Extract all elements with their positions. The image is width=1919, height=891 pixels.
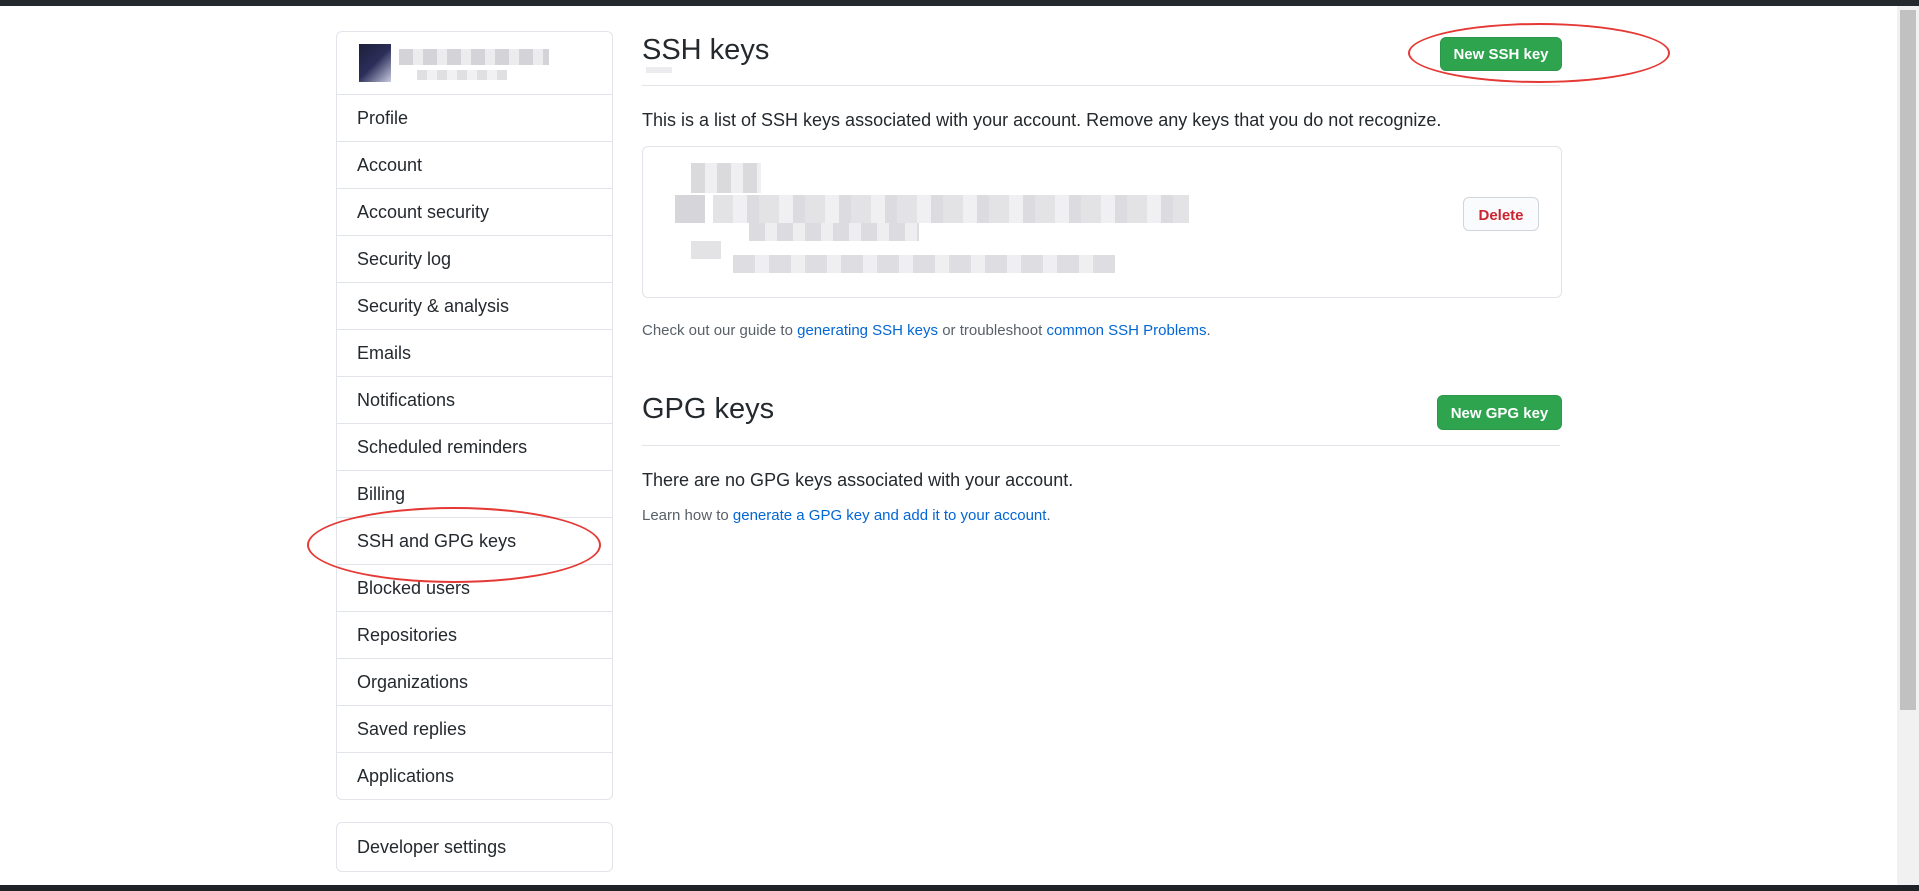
sidebar-item-profile[interactable]: Profile <box>337 95 612 142</box>
sidebar-item-saved-replies[interactable]: Saved replies <box>337 706 612 753</box>
sidebar-item-account[interactable]: Account <box>337 142 612 189</box>
sidebar-item-developer-settings[interactable]: Developer settings <box>337 823 612 871</box>
ssh-guide-middle: or troubleshoot <box>938 322 1047 339</box>
gpg-keys-title: GPG keys <box>642 393 775 425</box>
top-header-bar <box>0 0 1919 6</box>
settings-sidebar: Profile Account Account security Securit… <box>336 31 613 800</box>
sidebar-item-account-security[interactable]: Account security <box>337 189 612 236</box>
taskbar-strip <box>0 885 1919 891</box>
generate-gpg-key-link[interactable]: generate a GPG key and add it to your ac… <box>733 507 1047 524</box>
sidebar-item-scheduled-reminders[interactable]: Scheduled reminders <box>337 424 612 471</box>
developer-settings-menu: Developer settings <box>336 822 613 872</box>
ssh-guide-suffix: . <box>1206 322 1211 339</box>
redacted-key-fingerprint <box>749 223 919 241</box>
common-ssh-problems-link[interactable]: common SSH Problems <box>1046 322 1206 339</box>
redacted-key-icon <box>691 163 761 193</box>
gpg-learn-note: Learn how to generate a GPG key and add … <box>642 507 1051 524</box>
redacted-key-title <box>713 195 1189 223</box>
redacted-mark <box>646 67 672 73</box>
sidebar-item-repositories[interactable]: Repositories <box>337 612 612 659</box>
sidebar-item-billing[interactable]: Billing <box>337 471 612 518</box>
sidebar-item-emails[interactable]: Emails <box>337 330 612 377</box>
ssh-keys-description: This is a list of SSH keys associated wi… <box>642 110 1442 130</box>
sidebar-item-notifications[interactable]: Notifications <box>337 377 612 424</box>
ssh-guide-prefix: Check out our guide to <box>642 322 798 339</box>
ssh-keys-title: SSH keys <box>642 34 770 66</box>
generating-ssh-keys-link[interactable]: generating SSH keys <box>797 322 938 339</box>
sidebar-item-security-analysis[interactable]: Security & analysis <box>337 283 612 330</box>
sidebar-item-applications[interactable]: Applications <box>337 753 612 799</box>
new-ssh-key-button[interactable]: New SSH key <box>1440 37 1562 71</box>
avatar <box>359 44 391 82</box>
redacted-key-icon <box>675 195 705 223</box>
ssh-guide-note: Check out our guide to generating SSH ke… <box>642 322 1211 339</box>
sidebar-item-blocked-users[interactable]: Blocked users <box>337 565 612 612</box>
redacted-subtitle <box>417 70 507 80</box>
delete-ssh-key-button[interactable]: Delete <box>1463 197 1539 231</box>
gpg-learn-suffix: . <box>1046 507 1051 524</box>
gpg-keys-header: GPG keys <box>642 393 1560 446</box>
redacted-key-added-date <box>733 255 1115 273</box>
sidebar-item-organizations[interactable]: Organizations <box>337 659 612 706</box>
ssh-key-list-item: Delete <box>642 146 1562 298</box>
gpg-empty-text: There are no GPG keys associated with yo… <box>642 470 1074 490</box>
redacted-username <box>399 49 549 65</box>
new-gpg-key-button[interactable]: New GPG key <box>1437 395 1562 430</box>
sidebar-item-ssh-gpg-keys[interactable]: SSH and GPG keys <box>337 518 612 565</box>
gpg-learn-prefix: Learn how to <box>642 507 733 524</box>
sidebar-item-security-log[interactable]: Security log <box>337 236 612 283</box>
redacted-key-detail <box>691 241 721 259</box>
account-header[interactable] <box>337 32 612 95</box>
ssh-keys-header: SSH keys <box>642 34 1560 86</box>
scrollbar-thumb[interactable] <box>1900 10 1916 710</box>
